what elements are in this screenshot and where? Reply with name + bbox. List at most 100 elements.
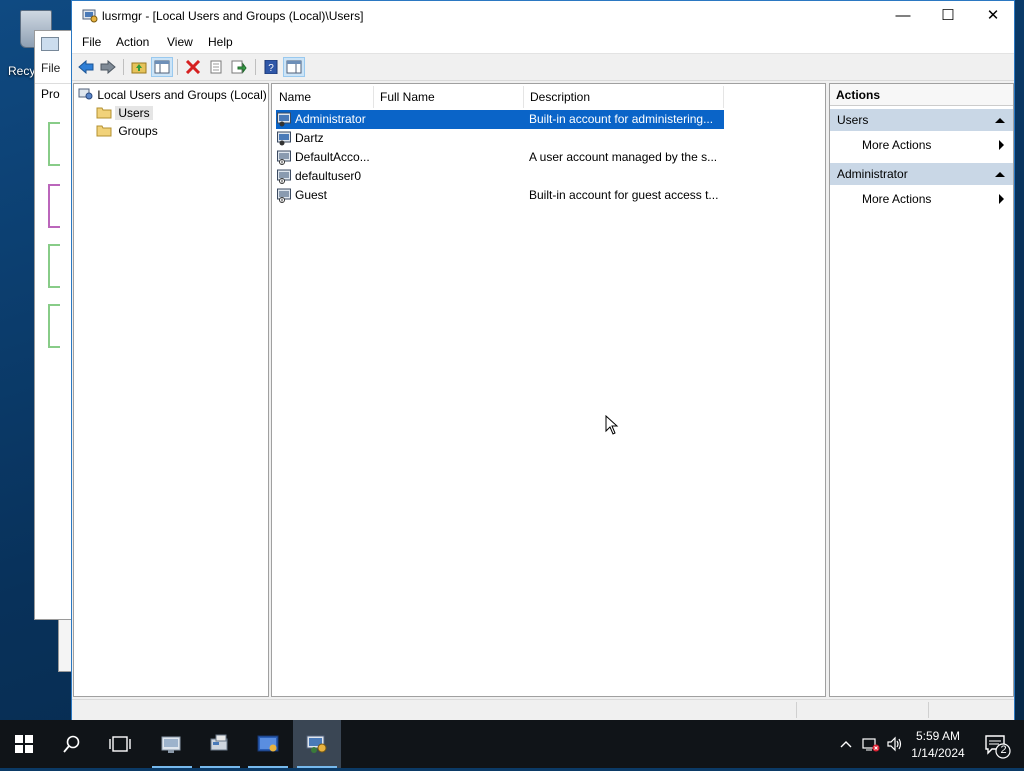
collapse-caret-icon[interactable] [995, 172, 1005, 177]
lusrmgr-window[interactable]: lusrmgr - [Local Users and Groups (Local… [71, 0, 1015, 720]
folder-icon [96, 107, 112, 119]
background-thumbnail [48, 184, 60, 228]
user-name: DefaultAcco... [295, 150, 370, 164]
user-row-guest[interactable]: Guest Built-in account for guest access … [276, 186, 724, 205]
user-row-administrator[interactable]: Administrator Built-in account for admin… [276, 110, 724, 129]
user-description: A user account managed by the s... [529, 150, 718, 164]
speaker-icon [887, 736, 902, 752]
menu-view[interactable]: View [167, 35, 193, 49]
folder-up-icon [131, 62, 147, 74]
menu-help[interactable]: Help [208, 35, 233, 49]
column-header-full-name[interactable]: Full Name [374, 86, 524, 108]
svg-text:?: ? [268, 63, 274, 74]
mmc-console-icon [257, 735, 279, 752]
tree-users-label: Users [115, 106, 153, 120]
background-thumbnail [48, 122, 60, 166]
user-row-defaultuser0[interactable]: defaultuser0 [276, 167, 724, 186]
actions-section-title: Users [837, 113, 869, 127]
more-actions-label: More Actions [862, 192, 932, 206]
users-list-pane[interactable]: Name Full Name Description Administrator… [271, 83, 826, 697]
search-button[interactable] [48, 720, 96, 768]
delete-x-icon [185, 60, 201, 74]
tree-node-groups[interactable]: Groups [96, 123, 161, 138]
folder-icon [96, 125, 112, 137]
toolbar-separator [177, 59, 178, 75]
user-name: Guest [295, 188, 328, 202]
status-bar [72, 699, 1014, 720]
volume-tray-button[interactable] [884, 720, 906, 768]
minimize-button[interactable]: — [880, 1, 926, 31]
menu-action[interactable]: Action [116, 35, 149, 49]
delete-button[interactable] [182, 57, 204, 77]
close-button[interactable]: ✕ [970, 1, 1016, 31]
network-tray-button[interactable] [860, 720, 882, 768]
mouse-cursor-icon [605, 415, 619, 435]
help-book-icon: ? [264, 60, 278, 74]
actions-section-users[interactable]: Users [830, 109, 1013, 131]
status-divider [796, 702, 797, 718]
more-actions-users[interactable]: More Actions [830, 134, 1013, 156]
column-header-name[interactable]: Name [273, 86, 374, 108]
computer-management-icon [82, 9, 98, 23]
menu-file[interactable]: File [82, 35, 101, 49]
taskbar: 5:59 AM 1/14/2024 2 [0, 720, 1024, 768]
export-list-button[interactable] [228, 57, 250, 77]
taskbar-clock[interactable]: 5:59 AM 1/14/2024 [906, 728, 970, 762]
user-description: Built-in account for guest access t... [529, 188, 719, 202]
disabled-user-icon [277, 150, 291, 165]
user-name: defaultuser0 [295, 169, 362, 183]
user-row-dartz[interactable]: Dartz [276, 129, 724, 148]
console-tree-icon [154, 60, 170, 74]
tree-groups-label: Groups [118, 124, 158, 138]
help-button[interactable]: ? [260, 57, 282, 77]
back-arrow-icon [78, 60, 94, 74]
show-hide-console-tree-button[interactable] [151, 57, 173, 77]
user-description: Built-in account for administering... [529, 112, 714, 126]
disabled-user-icon [277, 169, 291, 184]
menu-bar: File Action View Help [72, 31, 1014, 54]
tree-node-users[interactable]: Users [96, 105, 153, 120]
up-one-level-button[interactable] [128, 57, 150, 77]
show-hide-action-pane-button[interactable] [283, 57, 305, 77]
computer-management-icon [210, 734, 228, 751]
properties-button[interactable] [205, 57, 227, 77]
background-window-icon [41, 37, 59, 51]
title-bar[interactable]: lusrmgr - [Local Users and Groups (Local… [72, 1, 1014, 31]
actions-header: Actions [830, 84, 1013, 106]
back-button[interactable] [75, 57, 97, 77]
actions-section-administrator[interactable]: Administrator [830, 163, 1013, 185]
taskbar-app-computer-management[interactable] [196, 720, 244, 768]
clock-date: 1/14/2024 [911, 746, 965, 760]
forward-button[interactable] [97, 57, 119, 77]
action-center-button[interactable]: 2 [978, 720, 1024, 768]
network-disconnected-icon [862, 738, 880, 752]
clock-time: 5:59 AM [915, 729, 961, 743]
background-window-label: Pro [41, 87, 60, 101]
user-row-defaultaccount[interactable]: DefaultAcco... A user account managed by… [276, 148, 724, 167]
tree-root-label: Local Users and Groups (Local) [97, 88, 267, 102]
local-users-groups-icon [306, 735, 327, 753]
windows-logo-icon [15, 735, 33, 753]
toolbar-separator [123, 59, 124, 75]
task-view-button[interactable] [96, 720, 144, 768]
taskbar-app-lusrmgr[interactable] [293, 720, 341, 768]
chevron-up-icon [840, 741, 852, 748]
maximize-button[interactable]: ☐ [925, 1, 971, 31]
collapse-caret-icon[interactable] [995, 118, 1005, 123]
notification-count: 2 [1000, 744, 1007, 756]
user-name: Administrator [295, 112, 366, 126]
user-icon [277, 112, 291, 127]
show-hidden-icons-button[interactable] [836, 720, 856, 768]
taskbar-app-mmc[interactable] [244, 720, 292, 768]
tree-node-root[interactable]: Local Users and Groups (Local) [78, 87, 267, 102]
more-actions-label: More Actions [862, 138, 932, 152]
more-actions-administrator[interactable]: More Actions [830, 188, 1013, 210]
start-button[interactable] [0, 720, 48, 768]
properties-icon [210, 60, 222, 74]
taskbar-app-server-manager[interactable] [148, 720, 196, 768]
console-tree-pane[interactable]: Local Users and Groups (Local) Users Gro… [73, 83, 269, 697]
actions-section-title: Administrator [837, 167, 908, 181]
column-header-description[interactable]: Description [524, 86, 724, 108]
server-manager-icon [161, 736, 181, 753]
submenu-arrow-icon [999, 140, 1004, 150]
